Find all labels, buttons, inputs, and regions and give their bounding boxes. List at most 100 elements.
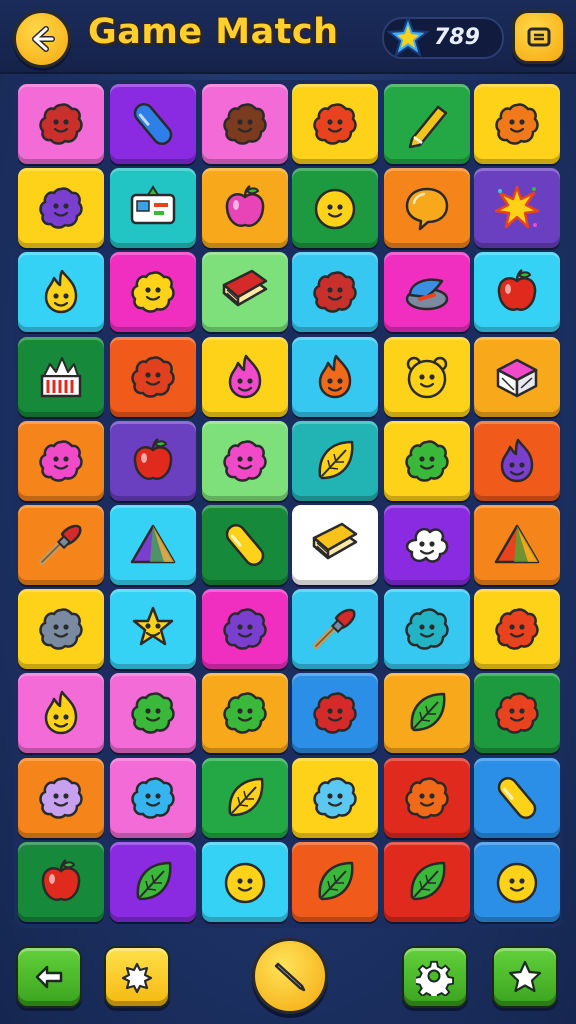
tile-r7-c5[interactable] (384, 589, 470, 670)
tile-r2-c2[interactable] (110, 168, 196, 249)
tile-r3-c3[interactable] (202, 252, 288, 333)
tile-r8-c3[interactable] (202, 673, 288, 754)
tile-r1-c6[interactable] (474, 84, 560, 164)
tile-r5-c5[interactable] (384, 420, 470, 501)
game-board (14, 80, 562, 928)
tile-r7-c1[interactable] (18, 589, 104, 670)
tile-r1-c4[interactable] (292, 84, 378, 164)
tile-r4-c1[interactable] (18, 336, 104, 417)
tile-r5-c4[interactable] (292, 420, 378, 501)
brush-icon (313, 608, 356, 650)
tile-r6-c5[interactable] (384, 505, 470, 585)
tile-r1-c1[interactable] (18, 84, 104, 164)
tile-r6-c6[interactable] (474, 505, 560, 585)
tile-r7-c6[interactable] (474, 589, 560, 670)
tile-r1-c2[interactable] (110, 84, 196, 164)
tile-r10-c3[interactable] (202, 841, 288, 922)
tile-r2-c3[interactable] (202, 168, 288, 249)
blob-icon (405, 608, 449, 650)
tile-r10-c4[interactable] (292, 841, 378, 922)
tile-r1-c5[interactable] (384, 84, 470, 164)
tile-r6-c3[interactable] (202, 505, 288, 585)
back-button[interactable] (13, 10, 71, 68)
star-icon (508, 960, 542, 993)
tile-r9-c6[interactable] (474, 757, 560, 838)
tile-r8-c6[interactable] (474, 673, 560, 754)
tile-r5-c3[interactable] (202, 420, 288, 501)
cloud-icon (405, 528, 449, 563)
tile-r3-c4[interactable] (292, 252, 378, 333)
blob-icon (313, 271, 357, 314)
hint-button[interactable] (104, 946, 170, 1008)
tile-r4-c2[interactable] (110, 336, 196, 417)
tile-r4-c5[interactable] (384, 336, 470, 417)
face-icon (314, 188, 356, 230)
favorite-button[interactable] (492, 946, 558, 1008)
tile-r8-c5[interactable] (384, 673, 470, 754)
capsule-icon (225, 524, 265, 566)
star-gem-icon (386, 15, 430, 58)
box-icon (496, 358, 538, 397)
tile-r1-c3[interactable] (202, 84, 288, 164)
tile-r9-c4[interactable] (292, 757, 378, 838)
tile-r2-c6[interactable] (474, 168, 560, 249)
tile-r7-c3[interactable] (202, 589, 288, 670)
tile-r2-c5[interactable] (384, 168, 470, 249)
flame-icon (318, 354, 352, 398)
tile-r6-c1[interactable] (18, 505, 104, 585)
tile-r9-c1[interactable] (18, 757, 104, 838)
triangle-icon (130, 524, 176, 564)
undo-button[interactable] (16, 946, 82, 1008)
back-arrow-icon (35, 965, 63, 989)
face-icon (496, 862, 538, 904)
tile-r5-c1[interactable] (18, 420, 104, 501)
settings-button[interactable] (402, 946, 468, 1008)
tile-r9-c3[interactable] (202, 757, 288, 838)
blob-icon (39, 103, 83, 145)
star-icon (132, 606, 174, 646)
blob-icon (131, 355, 175, 398)
tile-r10-c1[interactable] (18, 841, 104, 922)
apple-icon (41, 858, 81, 901)
tile-r3-c2[interactable] (110, 252, 196, 333)
tile-r8-c4[interactable] (292, 673, 378, 754)
tile-r5-c6[interactable] (474, 420, 560, 501)
tile-r3-c6[interactable] (474, 252, 560, 333)
tile-r8-c2[interactable] (110, 673, 196, 754)
blob-icon (313, 692, 357, 735)
tile-r7-c2[interactable] (110, 589, 196, 670)
tile-r2-c4[interactable] (292, 168, 378, 249)
chart-icon (40, 356, 82, 397)
tile-r4-c3[interactable] (202, 336, 288, 417)
tile-r10-c6[interactable] (474, 841, 560, 922)
apple-icon (225, 185, 265, 228)
blob-icon (223, 608, 267, 650)
tile-r4-c6[interactable] (474, 336, 560, 417)
tile-r10-c5[interactable] (384, 841, 470, 922)
boost-button[interactable] (252, 938, 328, 1014)
blob-icon (131, 776, 175, 819)
blob-icon (39, 608, 83, 650)
pencil-icon (274, 962, 306, 992)
tile-r4-c4[interactable] (292, 336, 378, 417)
page-title: Game Match (88, 12, 339, 52)
tile-r10-c2[interactable] (110, 841, 196, 922)
capsule-icon (133, 103, 173, 145)
settings-gear-icon (416, 960, 454, 996)
blob-icon (405, 440, 449, 482)
blob-icon (39, 187, 83, 229)
menu-button[interactable] (512, 10, 566, 64)
tile-r5-c2[interactable] (110, 420, 196, 501)
tile-r9-c2[interactable] (110, 757, 196, 838)
tile-r3-c1[interactable] (18, 252, 104, 333)
blob-icon (39, 776, 83, 819)
apple-icon (497, 269, 537, 312)
tile-r7-c4[interactable] (292, 589, 378, 670)
tile-r2-c1[interactable] (18, 168, 104, 249)
tile-r6-c4[interactable] (292, 505, 378, 585)
tile-r6-c2[interactable] (110, 505, 196, 585)
tile-r9-c5[interactable] (384, 757, 470, 838)
tile-r8-c1[interactable] (18, 673, 104, 754)
tile-r3-c5[interactable] (384, 252, 470, 333)
blob-icon (223, 103, 267, 145)
